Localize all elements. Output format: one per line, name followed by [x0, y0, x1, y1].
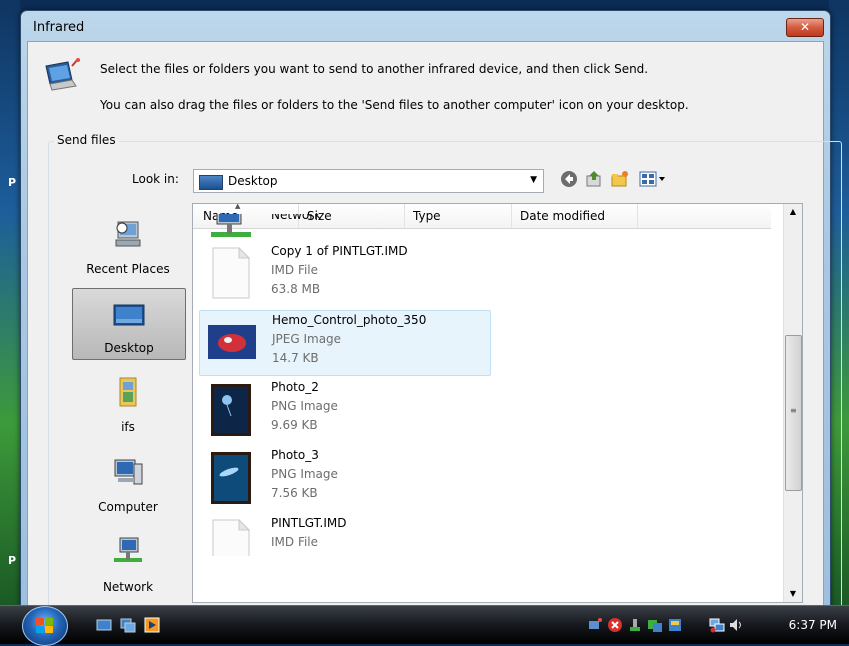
system-tray: 6:37 PM: [583, 606, 843, 644]
desktop-glyph: P: [8, 554, 17, 567]
media-player-icon[interactable]: [144, 617, 160, 633]
volume-icon[interactable]: [729, 617, 745, 633]
file-type: PNG Image: [271, 467, 338, 481]
sort-ascending-icon: ▲: [235, 203, 241, 210]
start-button[interactable]: [22, 606, 68, 646]
network-status-icon[interactable]: [709, 617, 725, 633]
vertical-scrollbar[interactable]: ▲ ≡ ▼: [783, 204, 802, 602]
file-type: JPEG Image: [272, 332, 342, 346]
windows-sidebar-icon[interactable]: [667, 617, 683, 633]
list-item-selected[interactable]: Hemo_Control_photo_350 JPEG Image 14.7 K…: [199, 310, 491, 376]
place-computer[interactable]: Computer: [72, 448, 184, 518]
look-in-dropdown[interactable]: Desktop ▼: [193, 169, 544, 193]
taskbar: 6:37 PM: [0, 605, 849, 646]
list-item[interactable]: Network: [199, 214, 489, 242]
places-bar: Recent Places Desktop ifs Computer Netwo…: [72, 210, 192, 635]
place-label: Desktop: [104, 341, 154, 355]
sync-center-icon[interactable]: [647, 617, 663, 633]
file-name: Copy 1 of PINTLGT.IMD: [271, 244, 408, 258]
desktop-icon: [199, 175, 223, 190]
views-menu-button[interactable]: [638, 170, 668, 190]
place-label: Computer: [98, 500, 158, 514]
instruction-line-1: Select the files or folders you want to …: [100, 62, 649, 76]
image-thumbnail-icon: [208, 325, 256, 359]
scroll-thumb[interactable]: ≡: [785, 335, 802, 491]
desktop-place-icon: [113, 304, 145, 326]
document-icon: [212, 246, 251, 299]
close-button[interactable]: ✕: [786, 18, 824, 37]
image-thumbnail-icon: [211, 384, 251, 436]
back-button[interactable]: [559, 170, 579, 190]
grip-icon: ≡: [790, 406, 797, 415]
chevron-down-icon: ▼: [530, 175, 537, 185]
infrared-dialog: Infrared ✕ Select the files or folders y…: [20, 10, 842, 635]
file-type: PNG Image: [271, 399, 338, 413]
views-icon: [639, 171, 665, 187]
network-icon: [114, 537, 142, 562]
look-in-value: Desktop: [228, 174, 278, 188]
infrared-icon[interactable]: [587, 617, 603, 633]
file-type: IMD File: [271, 535, 319, 549]
place-label: ifs: [121, 420, 135, 434]
back-arrow-icon: [561, 171, 577, 187]
place-desktop[interactable]: Desktop: [72, 288, 186, 360]
look-in-label: Look in:: [132, 172, 179, 186]
file-size: 9.69 KB: [271, 418, 318, 432]
file-size: 7.56 KB: [271, 486, 318, 500]
column-divider[interactable]: [637, 204, 638, 228]
scroll-up-arrow-icon[interactable]: ▲: [784, 204, 802, 220]
new-folder-button[interactable]: [610, 170, 630, 190]
list-item[interactable]: Copy 1 of PINTLGT.IMD IMD File 63.8 MB: [199, 242, 489, 306]
security-alert-icon[interactable]: [607, 617, 623, 633]
infrared-laptop-icon: [45, 58, 80, 91]
list-item[interactable]: PINTLGT.IMD IMD File: [199, 514, 489, 556]
show-desktop-icon[interactable]: [96, 617, 112, 633]
windows-logo-icon: [36, 618, 53, 633]
file-name: Photo_2: [271, 380, 319, 394]
clock[interactable]: 6:37 PM: [789, 618, 837, 632]
new-folder-icon: [611, 171, 628, 187]
desktop-background-left: P P: [0, 0, 20, 605]
folder-icon: [119, 377, 137, 407]
file-size: 63.8 MB: [271, 282, 321, 296]
list-item[interactable]: Photo_2 PNG Image 9.69 KB: [199, 378, 489, 442]
switch-windows-icon[interactable]: [120, 617, 136, 633]
recent-places-icon: [115, 221, 141, 247]
desktop-glyph: P: [8, 176, 17, 189]
list-item[interactable]: Photo_3 PNG Image 7.56 KB: [199, 446, 489, 510]
up-folder-button[interactable]: [584, 170, 604, 190]
file-name: PINTLGT.IMD: [271, 516, 347, 530]
column-divider[interactable]: [511, 204, 512, 228]
file-list[interactable]: Name ▲ Size Type Date modified Network: [192, 203, 803, 603]
column-header-date-modified[interactable]: Date modified: [520, 209, 605, 223]
file-name: Network: [271, 214, 322, 222]
safely-remove-hardware-icon[interactable]: [627, 617, 643, 633]
file-name: Photo_3: [271, 448, 319, 462]
image-thumbnail-icon: [211, 452, 251, 504]
title-bar[interactable]: Infrared ✕: [21, 11, 830, 41]
place-ifs[interactable]: ifs: [72, 368, 184, 438]
file-size: 14.7 KB: [272, 351, 319, 365]
file-name: Hemo_Control_photo_350: [272, 313, 427, 327]
send-files-group-label: Send files: [54, 133, 119, 147]
computer-icon: [114, 459, 143, 485]
up-folder-icon: [586, 171, 601, 187]
scroll-down-arrow-icon[interactable]: ▼: [784, 586, 802, 602]
document-icon: [212, 518, 251, 556]
place-recent-places[interactable]: Recent Places: [72, 210, 184, 280]
place-label: Recent Places: [86, 262, 170, 276]
instruction-line-2: You can also drag the files or folders t…: [100, 98, 689, 112]
window-title: Infrared: [33, 20, 85, 35]
file-type: IMD File: [271, 263, 319, 277]
place-network[interactable]: Network: [72, 528, 184, 598]
network-icon: [211, 214, 251, 237]
dialog-client-area: Select the files or folders you want to …: [27, 41, 842, 635]
place-label: Network: [102, 580, 154, 594]
